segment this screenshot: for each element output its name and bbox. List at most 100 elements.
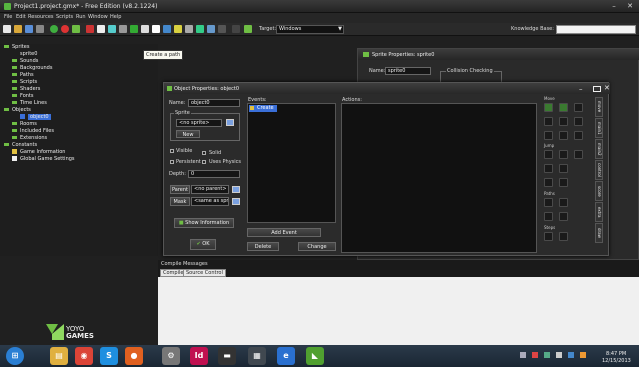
tray-network-icon[interactable] <box>544 352 550 358</box>
object-close-button[interactable]: ✕ <box>604 84 610 92</box>
tree-item[interactable]: Fonts <box>0 93 34 100</box>
parent-menu-icon[interactable] <box>232 186 240 193</box>
jump-to-start-icon[interactable] <box>559 150 568 159</box>
event-item-create[interactable]: Create <box>249 105 277 112</box>
tree-item[interactable]: Global Game Settings <box>0 156 75 163</box>
sprite-name-field[interactable]: sprite0 <box>385 67 431 75</box>
menu-scripts[interactable]: Scripts <box>56 14 73 20</box>
create-path-icon[interactable] <box>119 25 127 33</box>
new-sprite-button[interactable]: New <box>176 130 200 138</box>
sprite-select[interactable]: <no sprite> <box>176 119 222 127</box>
open-project-icon[interactable] <box>14 25 22 33</box>
tree-item[interactable]: Backgrounds <box>0 65 52 72</box>
close-button[interactable]: ✕ <box>625 2 635 11</box>
step-towards-icon[interactable] <box>544 232 553 241</box>
global-settings-icon[interactable] <box>207 25 215 33</box>
clock-time[interactable]: 8:47 PM <box>606 351 626 357</box>
firefox-icon[interactable]: ● <box>125 347 143 365</box>
calculator-icon[interactable]: ▦ <box>248 347 266 365</box>
tree-item[interactable]: Time Lines <box>0 100 47 107</box>
delete-event-button[interactable]: Delete <box>247 242 279 251</box>
palette-tab-main1[interactable]: main1 <box>595 118 603 138</box>
tray-arrow-icon[interactable] <box>520 352 526 358</box>
tray-power-icon[interactable] <box>580 352 586 358</box>
tray-volume-icon[interactable] <box>556 352 562 358</box>
indesign-icon[interactable]: Id <box>190 347 208 365</box>
mask-button[interactable]: Mask <box>170 197 190 206</box>
object-minimize-button[interactable]: – <box>579 85 583 93</box>
tray-flag-icon[interactable] <box>568 352 574 358</box>
tree-item[interactable]: sprite0 <box>0 51 37 58</box>
parent-field[interactable]: <no parent> <box>191 185 229 194</box>
palette-tab-score[interactable]: score <box>595 181 603 201</box>
new-project-icon[interactable] <box>3 25 11 33</box>
help-icon[interactable] <box>232 25 240 33</box>
gamemaker-icon[interactable]: ◣ <box>306 347 324 365</box>
object-name-field[interactable]: object0 <box>188 99 240 107</box>
mask-menu-icon[interactable] <box>232 198 240 205</box>
ok-button[interactable]: ✔ OK <box>190 239 216 250</box>
path-position-icon[interactable] <box>544 212 553 221</box>
events-list[interactable]: Create <box>247 103 336 223</box>
palette-tab-extra[interactable]: extra <box>595 202 603 222</box>
menu-resources[interactable]: Resources <box>28 14 54 20</box>
physics-checkbox[interactable] <box>202 160 206 164</box>
tree-item[interactable]: Constants <box>0 142 37 149</box>
palette-tab-control[interactable]: control <box>595 160 603 180</box>
change-event-button[interactable]: Change <box>298 242 336 251</box>
set-path-icon[interactable] <box>544 198 553 207</box>
palette-tab-main2[interactable]: main2 <box>595 139 603 159</box>
tree-item[interactable]: Shaders <box>0 86 40 93</box>
align-to-grid-icon[interactable] <box>544 164 553 173</box>
palette-tab-draw[interactable]: draw <box>595 223 603 243</box>
menu-help[interactable]: Help <box>110 14 121 20</box>
tree-item[interactable]: Extensions <box>0 135 47 142</box>
depth-field[interactable]: 0 <box>188 170 240 178</box>
tab-source-control[interactable]: Source Control <box>183 269 226 277</box>
parent-button[interactable]: Parent <box>170 185 190 194</box>
speed-vertical-icon[interactable] <box>559 117 568 126</box>
skype-icon[interactable]: S <box>100 347 118 365</box>
visible-checkbox[interactable] <box>170 149 174 153</box>
preferences-icon[interactable] <box>244 25 252 33</box>
palette-tab-move[interactable]: move <box>595 97 603 117</box>
jump-random-icon[interactable] <box>574 150 583 159</box>
speed-horizontal-icon[interactable] <box>544 117 553 126</box>
tree-item[interactable]: Sounds <box>0 58 38 65</box>
create-script-icon[interactable] <box>130 25 138 33</box>
start-orb-icon[interactable]: ⊞ <box>6 347 24 365</box>
gravity-icon[interactable] <box>574 117 583 126</box>
tree-item[interactable]: Scripts <box>0 79 37 86</box>
create-timeline-icon[interactable] <box>163 25 171 33</box>
show-information-button[interactable]: ■ Show Information <box>174 218 234 228</box>
tree-item[interactable]: Included Files <box>0 128 54 135</box>
app-gear-icon[interactable]: ⚙ <box>162 347 180 365</box>
reverse-horizontal-icon[interactable] <box>544 131 553 140</box>
move-free-icon[interactable] <box>559 103 568 112</box>
move-to-contact-icon[interactable] <box>544 178 553 187</box>
export-icon[interactable] <box>36 25 44 33</box>
tree-item[interactable]: object0 <box>0 114 51 121</box>
tree-item[interactable]: Game Information <box>0 149 65 156</box>
move-towards-icon[interactable] <box>574 103 583 112</box>
create-background-icon[interactable] <box>108 25 116 33</box>
tree-item[interactable]: Sprites <box>0 44 29 51</box>
friction-icon[interactable] <box>574 131 583 140</box>
menu-window[interactable]: Window <box>88 14 108 20</box>
tree-item[interactable]: Paths <box>0 72 34 79</box>
reverse-vertical-icon[interactable] <box>559 131 568 140</box>
menu-edit[interactable]: Edit <box>16 14 26 20</box>
jump-to-position-icon[interactable] <box>544 150 553 159</box>
sprite-menu-icon[interactable] <box>226 119 234 126</box>
end-path-icon[interactable] <box>559 198 568 207</box>
wrap-screen-icon[interactable] <box>559 164 568 173</box>
minimize-button[interactable]: – <box>609 2 619 11</box>
clean-icon[interactable] <box>72 25 80 33</box>
tree-item[interactable]: Rooms <box>0 121 37 128</box>
solid-checkbox[interactable] <box>202 151 206 155</box>
debug-icon[interactable] <box>61 25 69 33</box>
persistent-checkbox[interactable] <box>170 160 174 164</box>
move-fixed-icon[interactable] <box>544 103 553 112</box>
create-sprite-icon[interactable] <box>86 25 94 33</box>
create-font-icon[interactable] <box>152 25 160 33</box>
